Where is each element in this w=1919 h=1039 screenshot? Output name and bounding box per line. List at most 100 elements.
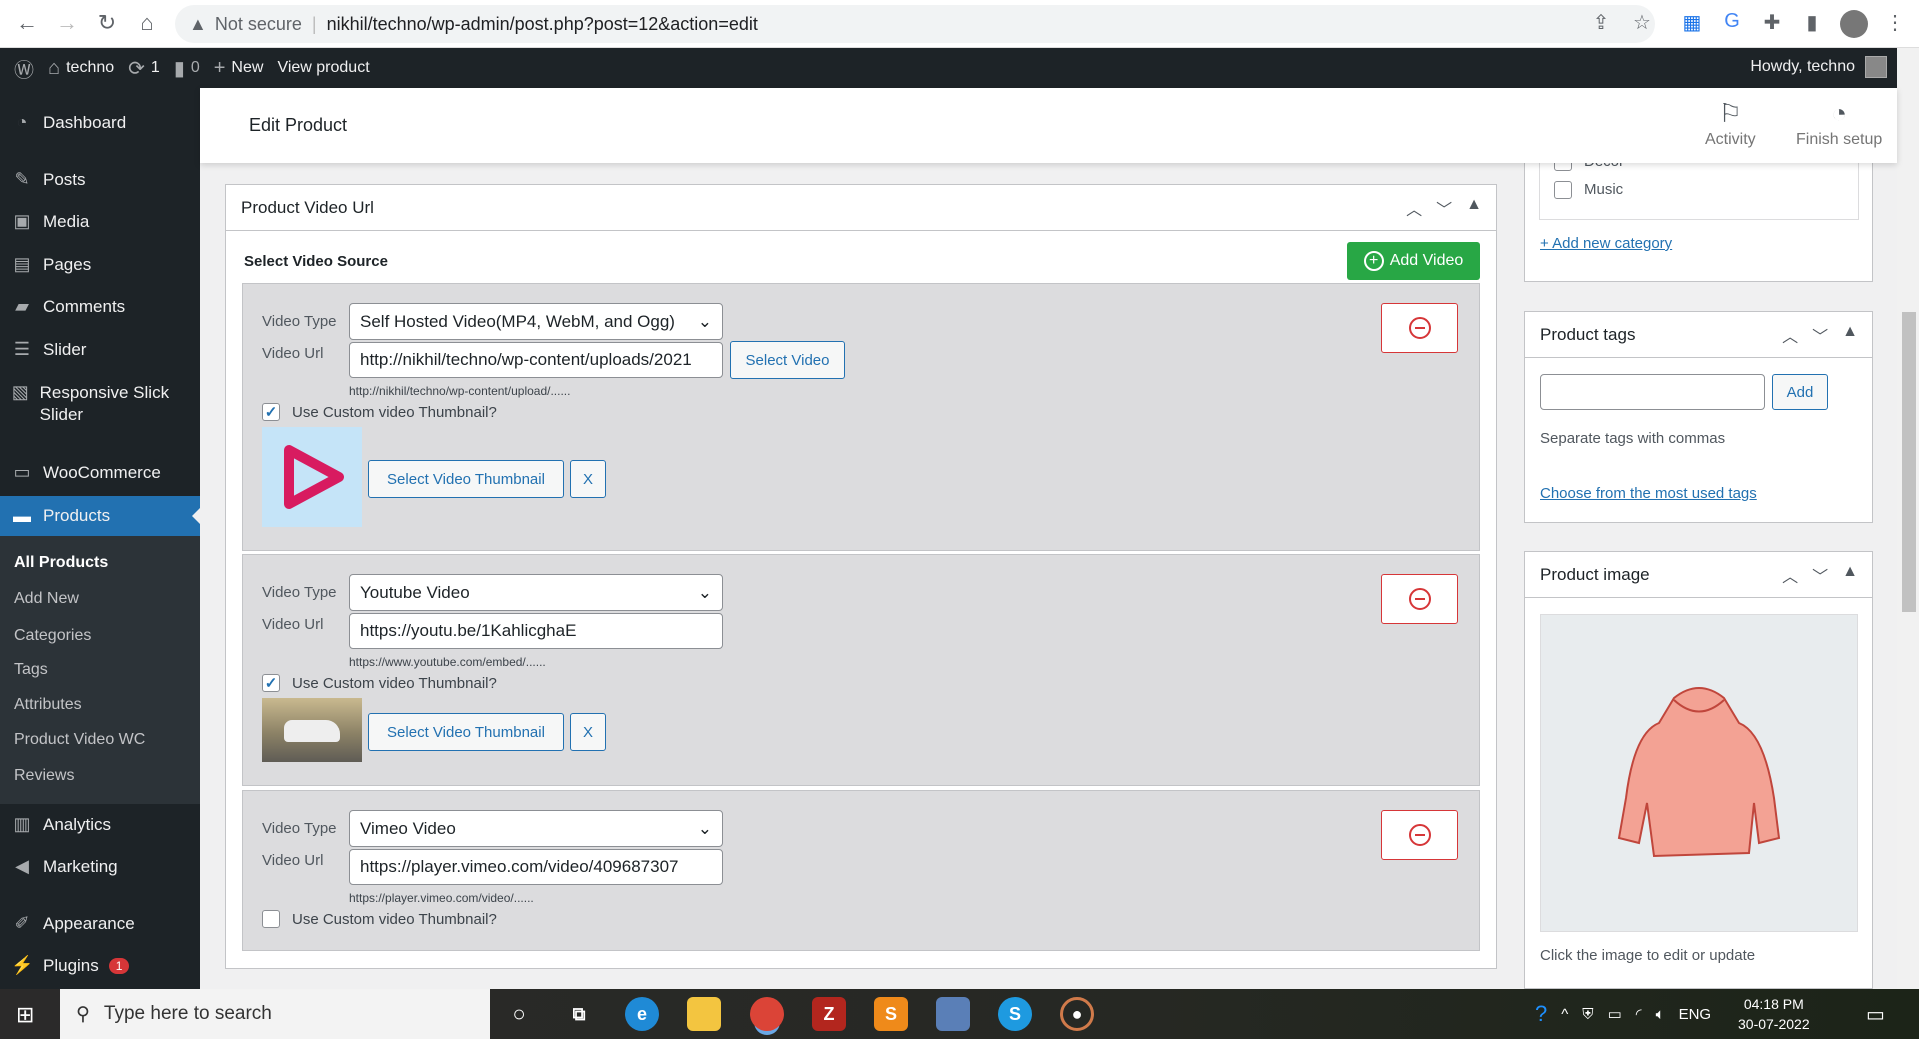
sidebar-item-woocommerce[interactable]: ▭ WooCommerce [0, 462, 200, 483]
edge-icon[interactable]: e [625, 997, 659, 1031]
sidebar-item-marketing[interactable]: ◀ Marketing [0, 856, 200, 877]
video-type-select[interactable]: Youtube Video ⌄ [349, 574, 723, 611]
select-thumbnail-button[interactable]: Select Video Thumbnail [368, 713, 564, 751]
comments-link[interactable]: ▮ 0 [174, 56, 200, 81]
remove-row-button[interactable] [1381, 810, 1458, 860]
network-app-icon[interactable] [936, 997, 970, 1031]
sidebar-item-slider[interactable]: ☰ Slider [0, 339, 200, 360]
custom-thumbnail-checkbox[interactable]: Use Custom video Thumbnail? [262, 910, 497, 928]
scrollbar-thumb[interactable] [1902, 312, 1916, 612]
move-up-icon[interactable]: ︿ [1782, 563, 1798, 587]
select-video-button[interactable]: Select Video [730, 341, 845, 379]
taskbar-search[interactable]: ⚲ Type here to search [60, 989, 490, 1039]
submenu-add-new[interactable]: Add New [14, 590, 79, 608]
product-image[interactable] [1540, 614, 1858, 932]
video-url-input[interactable]: https://youtu.be/1KahlicghaE [349, 613, 723, 649]
puzzle-icon[interactable]: ✚ [1757, 10, 1787, 35]
collapse-icon[interactable]: ▲ [1466, 196, 1482, 220]
language-indicator[interactable]: ENG [1679, 1006, 1712, 1023]
image-title: Product image [1540, 564, 1650, 584]
windows-start-icon[interactable]: ⊞ [16, 1002, 34, 1028]
sidebar-item-comments[interactable]: ▰ Comments [0, 296, 200, 317]
remove-thumbnail-button[interactable]: X [570, 713, 606, 751]
remove-row-button[interactable] [1381, 303, 1458, 353]
extension-shield-icon[interactable]: ▦ [1677, 10, 1707, 35]
sublime-icon[interactable]: S [874, 997, 908, 1031]
file-explorer-icon[interactable] [687, 997, 721, 1031]
sidebar-item-media[interactable]: ▣ Media [0, 211, 200, 232]
select-thumbnail-button[interactable]: Select Video Thumbnail [368, 460, 564, 498]
add-tag-button[interactable]: Add [1772, 374, 1828, 410]
tag-input[interactable] [1540, 374, 1765, 410]
wordpress-logo-icon[interactable]: Ⓦ [14, 54, 34, 83]
profile-avatar[interactable] [1840, 10, 1868, 38]
finish-setup-button[interactable]: ◔ Finish setup [1796, 98, 1882, 149]
translate-icon[interactable]: G [1717, 10, 1747, 33]
sidebar-item-plugins[interactable]: ⚡ Plugins 1 [0, 955, 200, 976]
move-up-icon[interactable]: ︿ [1406, 196, 1422, 220]
video-type-select[interactable]: Vimeo Video ⌄ [349, 810, 723, 847]
move-down-icon[interactable]: ﹀ [1812, 323, 1828, 347]
chrome-icon[interactable] [750, 997, 784, 1031]
sidebar-item-posts[interactable]: ✎ Posts [0, 169, 200, 190]
sidebar-item-responsive-slick-slider[interactable]: ▧ Responsive Slick Slider [0, 382, 190, 426]
view-product-link[interactable]: View product [277, 59, 369, 77]
sidebar-item-appearance[interactable]: ✐ Appearance [0, 913, 200, 934]
address-bar[interactable]: ▲ Not secure | nikhil/techno/wp-admin/po… [175, 5, 1655, 43]
cortana-icon[interactable]: ○ [502, 997, 536, 1031]
task-view-icon[interactable]: ⧉ [562, 997, 596, 1031]
submenu-reviews[interactable]: Reviews [14, 767, 74, 785]
battery-icon[interactable]: ▭ [1608, 1005, 1622, 1023]
collapse-icon[interactable]: ▲ [1842, 563, 1858, 587]
chevron-up-icon[interactable]: ^ [1561, 1006, 1568, 1023]
site-link[interactable]: ⌂ techno [48, 57, 114, 80]
add-new-category-link[interactable]: + Add new category [1540, 235, 1672, 252]
star-icon[interactable]: ☆ [1627, 10, 1657, 35]
choose-tags-link[interactable]: Choose from the most used tags [1540, 485, 1757, 502]
wifi-icon[interactable]: ◜ [1636, 1005, 1642, 1023]
notification-icon[interactable]: ▭ [1866, 1002, 1885, 1027]
submenu-attributes[interactable]: Attributes [14, 696, 82, 714]
move-down-icon[interactable]: ﹀ [1812, 563, 1828, 587]
custom-thumbnail-checkbox[interactable]: ✓ Use Custom video Thumbnail? [262, 674, 497, 692]
submenu-categories[interactable]: Categories [14, 627, 91, 645]
remove-row-button[interactable] [1381, 574, 1458, 624]
clock[interactable]: 04:18 PM 30-07-2022 [1738, 989, 1810, 1039]
reload-icon[interactable]: ↻ [92, 10, 122, 36]
security-shield-icon[interactable]: ⛨ [1582, 1006, 1593, 1023]
forward-icon[interactable]: → [52, 10, 82, 36]
sidebar-item-analytics[interactable]: ▥ Analytics [0, 814, 200, 835]
filezilla-icon[interactable]: Z [812, 997, 846, 1031]
share-icon[interactable]: ⇪ [1586, 10, 1616, 35]
skype-icon[interactable]: S [998, 997, 1032, 1031]
menu-dots-icon[interactable]: ⋮ [1880, 10, 1910, 35]
remove-thumbnail-button[interactable]: X [570, 460, 606, 498]
media-app-icon[interactable]: ● [1060, 997, 1094, 1031]
sidebar-item-dashboard[interactable]: ◔ Dashboard [0, 112, 200, 133]
sidebar-item-pages[interactable]: ▤ Pages [0, 254, 200, 275]
home-icon[interactable]: ⌂ [132, 10, 162, 36]
video-url-input[interactable]: http://nikhil/techno/wp-content/uploads/… [349, 342, 723, 378]
video-type-select[interactable]: Self Hosted Video(MP4, WebM, and Ogg) ⌄ [349, 303, 723, 340]
submenu-product-video-wc[interactable]: Product Video WC [14, 731, 145, 749]
help-icon[interactable]: ? [1535, 1001, 1547, 1027]
updates-link[interactable]: ⟳ 1 [128, 56, 160, 81]
volume-icon[interactable]: 🔈︎ [1656, 1006, 1665, 1023]
video-url-input[interactable]: https://player.vimeo.com/video/409687307 [349, 849, 723, 885]
divider: | [311, 13, 317, 34]
submenu-tags[interactable]: Tags [14, 661, 48, 679]
category-item[interactable]: Music [1554, 181, 1623, 199]
back-icon[interactable]: ← [12, 10, 42, 36]
activity-button[interactable]: ⚐ Activity [1705, 98, 1756, 149]
move-up-icon[interactable]: ︿ [1782, 323, 1798, 347]
sidepanel-icon[interactable]: ▮ [1797, 10, 1827, 35]
browser-toolbar: ← → ↻ ⌂ ▲ Not secure | nikhil/techno/wp-… [0, 0, 1919, 48]
collapse-icon[interactable]: ▲ [1842, 323, 1858, 347]
add-video-button[interactable]: + Add Video [1347, 242, 1480, 280]
sidebar-item-products[interactable]: ▬ Products [0, 496, 200, 536]
move-down-icon[interactable]: ﹀ [1436, 196, 1452, 220]
new-link[interactable]: + New [214, 57, 264, 80]
custom-thumbnail-checkbox[interactable]: ✓ Use Custom video Thumbnail? [262, 403, 497, 421]
account-menu[interactable]: Howdy, techno [1750, 56, 1887, 78]
submenu-all-products[interactable]: All Products [14, 554, 108, 572]
